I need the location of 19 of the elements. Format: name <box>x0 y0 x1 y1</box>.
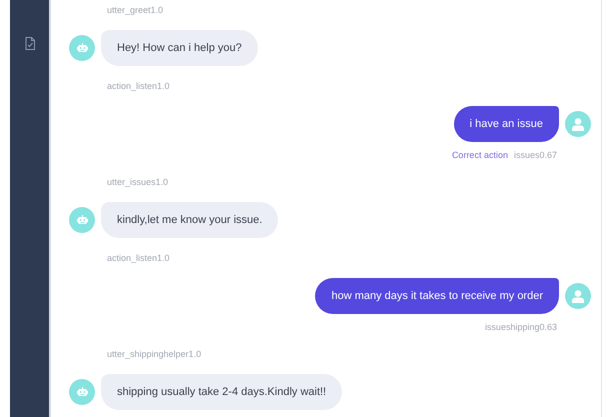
user-message: how many days it takes to receive my order <box>315 278 559 314</box>
document-check-icon[interactable] <box>24 37 34 50</box>
correct-action-link[interactable]: Correct action <box>452 148 508 162</box>
bot-message: kindly,let me know your issue. <box>101 202 278 238</box>
user-icon <box>572 290 584 302</box>
intent-score: issues0.67 <box>514 149 557 162</box>
action-label: action_listen1.0 <box>107 80 171 93</box>
bot-message: Hey! How can i help you? <box>101 30 258 66</box>
action-label: utter_shippinghelper1.0 <box>107 348 202 361</box>
action-label: action_listen1.0 <box>107 252 171 265</box>
user-message: i have an issue <box>454 106 559 142</box>
robot-icon <box>76 215 88 225</box>
robot-icon <box>76 43 88 53</box>
action-label: utter_issues1.0 <box>107 176 170 189</box>
user-icon <box>572 118 584 130</box>
action-label: utter_greet1.0 <box>107 4 164 17</box>
bot-message: shipping usually take 2-4 days.Kindly wait!! <box>101 374 342 410</box>
robot-icon <box>76 387 88 397</box>
intent-score: issueshipping0.63 <box>484 321 557 334</box>
